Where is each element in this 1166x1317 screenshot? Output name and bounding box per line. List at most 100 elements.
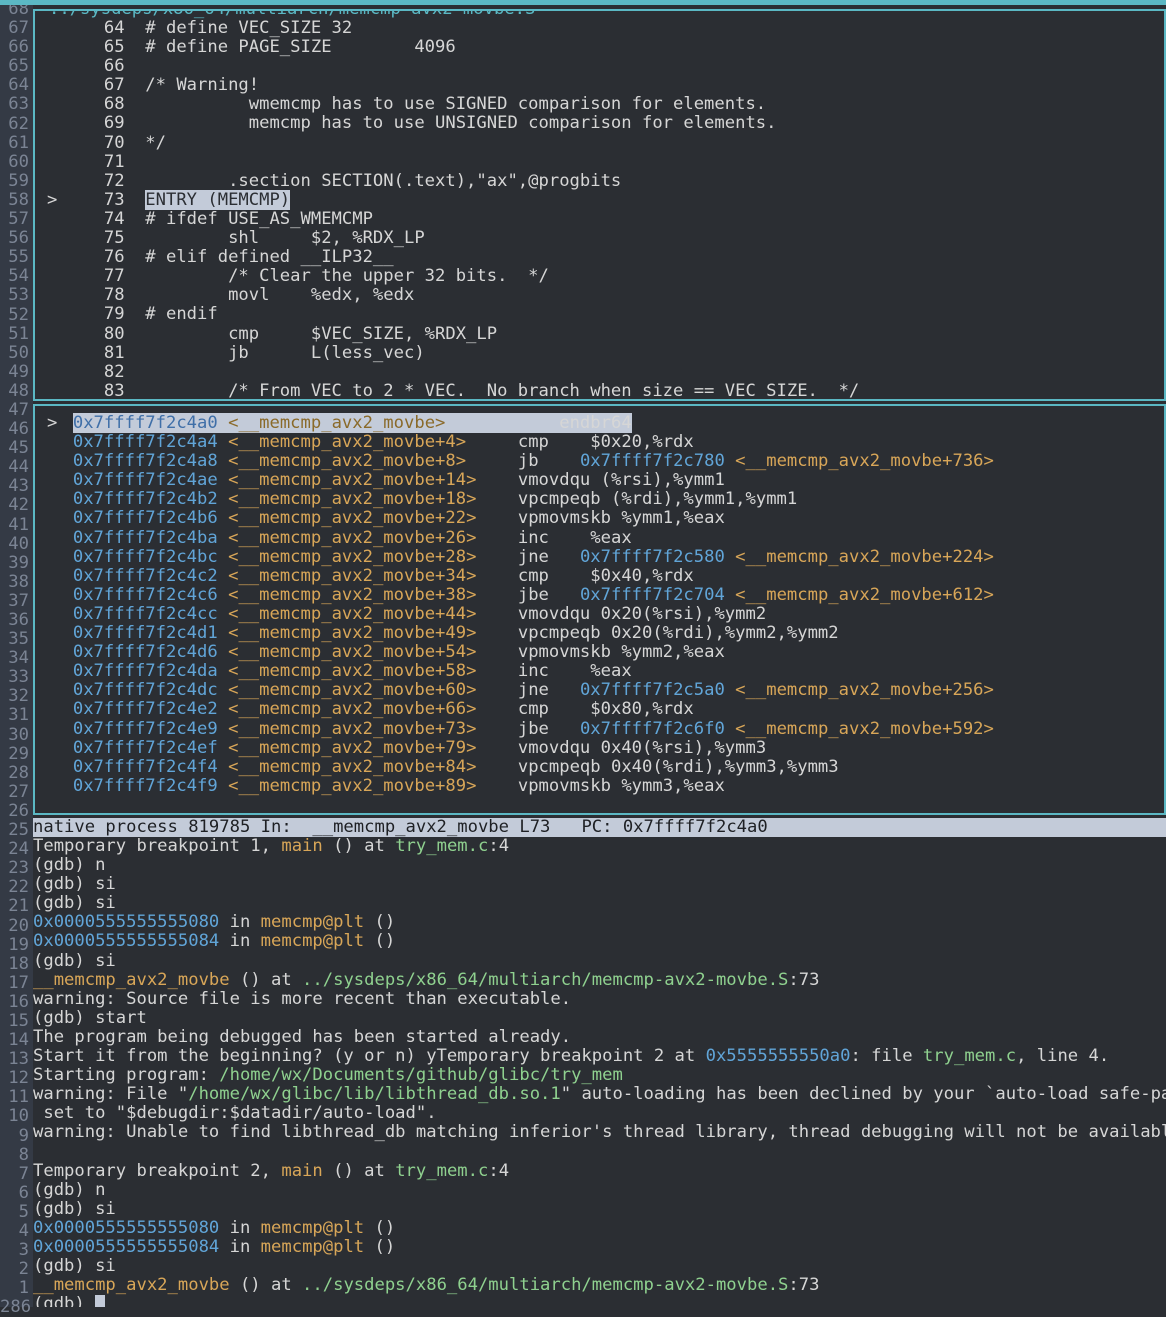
branch-target-symbol: <__memcmp_avx2_movbe+736>: [735, 451, 994, 472]
disassembly-line-body: 0x7ffff7f2c4c6 <__memcmp_avx2_movbe+38> …: [73, 585, 994, 605]
instruction-address: 0x7ffff7f2c4ae: [72, 470, 218, 491]
disassembly-line: 0x7ffff7f2c4a4 <__memcmp_avx2_movbe+4> c…: [47, 433, 1162, 452]
source-line-marker: [47, 248, 73, 267]
source-line-marker: [47, 229, 73, 248]
source-line-spacer: [125, 95, 146, 114]
source-line-number: 82: [83, 361, 125, 382]
gutter-line-number: 26: [8, 800, 29, 821]
instruction-mnemonic: jbe: [517, 584, 580, 605]
disassembly-line-body: 0x7ffff7f2c4da <__memcmp_avx2_movbe+58> …: [73, 661, 632, 681]
status-bar-process-info: native process 819785 In: __memcmp_avx2_…: [33, 818, 509, 837]
console-text-segment: (): [364, 1236, 396, 1257]
source-line-number: 79: [83, 304, 125, 325]
console-line: Temporary breakpoint 1, main () at try_m…: [33, 837, 1166, 856]
instruction-address: 0x7ffff7f2c4a4: [72, 432, 218, 453]
gutter-line-number: 12: [8, 1068, 29, 1089]
console-line: (gdb) si: [33, 875, 1166, 894]
gutter-line-number: 49: [8, 361, 29, 382]
gutter-line-number: 46: [8, 419, 29, 440]
source-pane-title: ../sysdeps/x86_64/multiarch/memcmp-avx2-…: [47, 11, 538, 20]
console-line: (gdb) si: [33, 951, 1166, 971]
gutter-line-number: 63: [8, 94, 29, 115]
console-line: warning: Unable to find libthread_db mat…: [33, 1123, 1166, 1142]
gutter-line-number: 47: [8, 399, 29, 420]
instruction-mnemonic: jne: [517, 680, 580, 701]
disassembly-line-body: 0x7ffff7f2c4b6 <__memcmp_avx2_movbe+22> …: [73, 508, 725, 528]
disassembly-line-body: 0x7ffff7f2c4a0 <__memcmp_avx2_movbe> end…: [72, 413, 632, 433]
gutter-line-number: 1: [18, 1278, 29, 1299]
branch-target-address: 0x7ffff7f2c780: [579, 451, 725, 472]
instruction-address: 0x7ffff7f2c4f4: [72, 756, 218, 777]
instruction-symbol: <__memcmp_avx2_movbe+66>: [228, 699, 508, 720]
target-sym-separator: [725, 547, 735, 567]
addr-sym-separator: [218, 451, 228, 471]
console-text-segment: ../sysdeps/x86_64/multiarch/memcmp-avx2-…: [302, 969, 789, 990]
disassembly-line: 0x7ffff7f2c4cc <__memcmp_avx2_movbe+44> …: [47, 604, 1162, 624]
console-text-segment: () at: [229, 969, 303, 990]
console-text-segment: in: [219, 1236, 261, 1257]
console-text-segment: 0x0000555555555080: [33, 912, 220, 933]
disassembly-line: 0x7ffff7f2c4ef <__memcmp_avx2_movbe+79> …: [47, 738, 1162, 758]
source-line-number: 66: [83, 56, 125, 77]
sym-instr-separator: [507, 738, 517, 758]
disassembly-line-body: 0x7ffff7f2c4d1 <__memcmp_avx2_movbe+49> …: [73, 623, 839, 643]
branch-target-address: 0x7ffff7f2c580: [579, 546, 725, 567]
source-line-text: # elif defined __ILP32__: [145, 247, 394, 268]
gutter-line-number: 45: [8, 438, 29, 459]
console-text-segment: : file: [850, 1046, 923, 1067]
gutter-line-number: 51: [8, 323, 29, 344]
branch-target-address: 0x7ffff7f2c6f0: [579, 718, 725, 739]
instruction-operands: inc %eax: [517, 661, 632, 682]
disassembly-line-body: 0x7ffff7f2c4a4 <__memcmp_avx2_movbe+4> c…: [73, 432, 694, 452]
text-cursor[interactable]: [95, 1295, 106, 1307]
gutter-line-number: 37: [8, 590, 29, 611]
sym-instr-separator: [507, 413, 517, 433]
gutter-line-number: 35: [8, 629, 29, 650]
source-line: 78 movl %edx, %edx: [47, 286, 1162, 305]
console-line: (gdb) si: [33, 1257, 1166, 1276]
addr-sym-separator: [218, 642, 228, 662]
sym-instr-separator: [507, 757, 517, 777]
instruction-symbol: <__memcmp_avx2_movbe+38>: [228, 584, 508, 605]
disassembly-line: 0x7ffff7f2c4bc <__memcmp_avx2_movbe+28> …: [47, 546, 1162, 567]
gutter-line-number: 14: [8, 1030, 29, 1051]
console-text-segment: /home/wx/Documents/github/glibc/try_mem: [219, 1065, 623, 1086]
source-line: 65 # define PAGE_SIZE 4096: [47, 37, 1162, 57]
source-line: 64 # define VEC_SIZE 32: [47, 18, 1162, 38]
sym-instr-separator: [507, 680, 517, 700]
console-text-segment: () at: [322, 837, 396, 856]
sym-instr-separator: [507, 642, 517, 662]
console-text-segment: try_mem.c: [395, 837, 489, 856]
instruction-symbol: <__memcmp_avx2_movbe+54>: [228, 642, 508, 663]
gutter-line-number: 59: [8, 170, 29, 191]
console-line: Temporary breakpoint 2, main () at try_m…: [33, 1160, 1166, 1181]
target-sym-separator: [725, 680, 735, 700]
gutter-line-number: 48: [8, 380, 29, 401]
disassembly-pane[interactable]: > 0x7ffff7f2c4a0 <__memcmp_avx2_movbe> e…: [33, 404, 1166, 815]
disassembly-line-marker: [47, 586, 73, 605]
disassembly-line-marker: [47, 490, 73, 509]
gdb-console[interactable]: Temporary breakpoint 1, main () at try_m…: [33, 837, 1166, 1307]
source-code-pane[interactable]: ../sysdeps/x86_64/multiarch/memcmp-avx2-…: [33, 9, 1166, 401]
console-prompt-line[interactable]: (gdb): [33, 1295, 1166, 1307]
disassembly-line: 0x7ffff7f2c4ae <__memcmp_avx2_movbe+14> …: [47, 471, 1162, 490]
instruction-operands: cmp $0x80,%rdx: [517, 699, 694, 720]
source-line: 68 wmemcmp has to use SIGNED comparison …: [47, 95, 1162, 114]
addr-sym-separator: [218, 470, 228, 490]
source-line-number: 75: [83, 228, 125, 249]
source-line-spacer: [125, 267, 146, 286]
console-text-segment: Temporary breakpoint 2,: [33, 1160, 282, 1181]
instruction-operands: cmp $0x20,%rdx: [517, 432, 694, 453]
gutter-line-number: 22: [8, 877, 29, 898]
sym-instr-separator: [507, 528, 517, 548]
source-line-spacer: [125, 38, 146, 57]
gutter-line-number: 32: [8, 686, 29, 707]
instruction-operands: vpmovmskb %ymm3,%eax: [517, 775, 725, 796]
gutter-line-number: 24: [8, 839, 29, 860]
gutter-line-number: 13: [8, 1049, 29, 1070]
source-line-spacer: [125, 153, 146, 172]
disassembly-line-body: 0x7ffff7f2c4dc <__memcmp_avx2_movbe+60> …: [73, 680, 994, 700]
sym-instr-separator: [507, 604, 517, 624]
instruction-operands: endbr64: [517, 413, 632, 433]
addr-sym-separator: [218, 738, 228, 758]
